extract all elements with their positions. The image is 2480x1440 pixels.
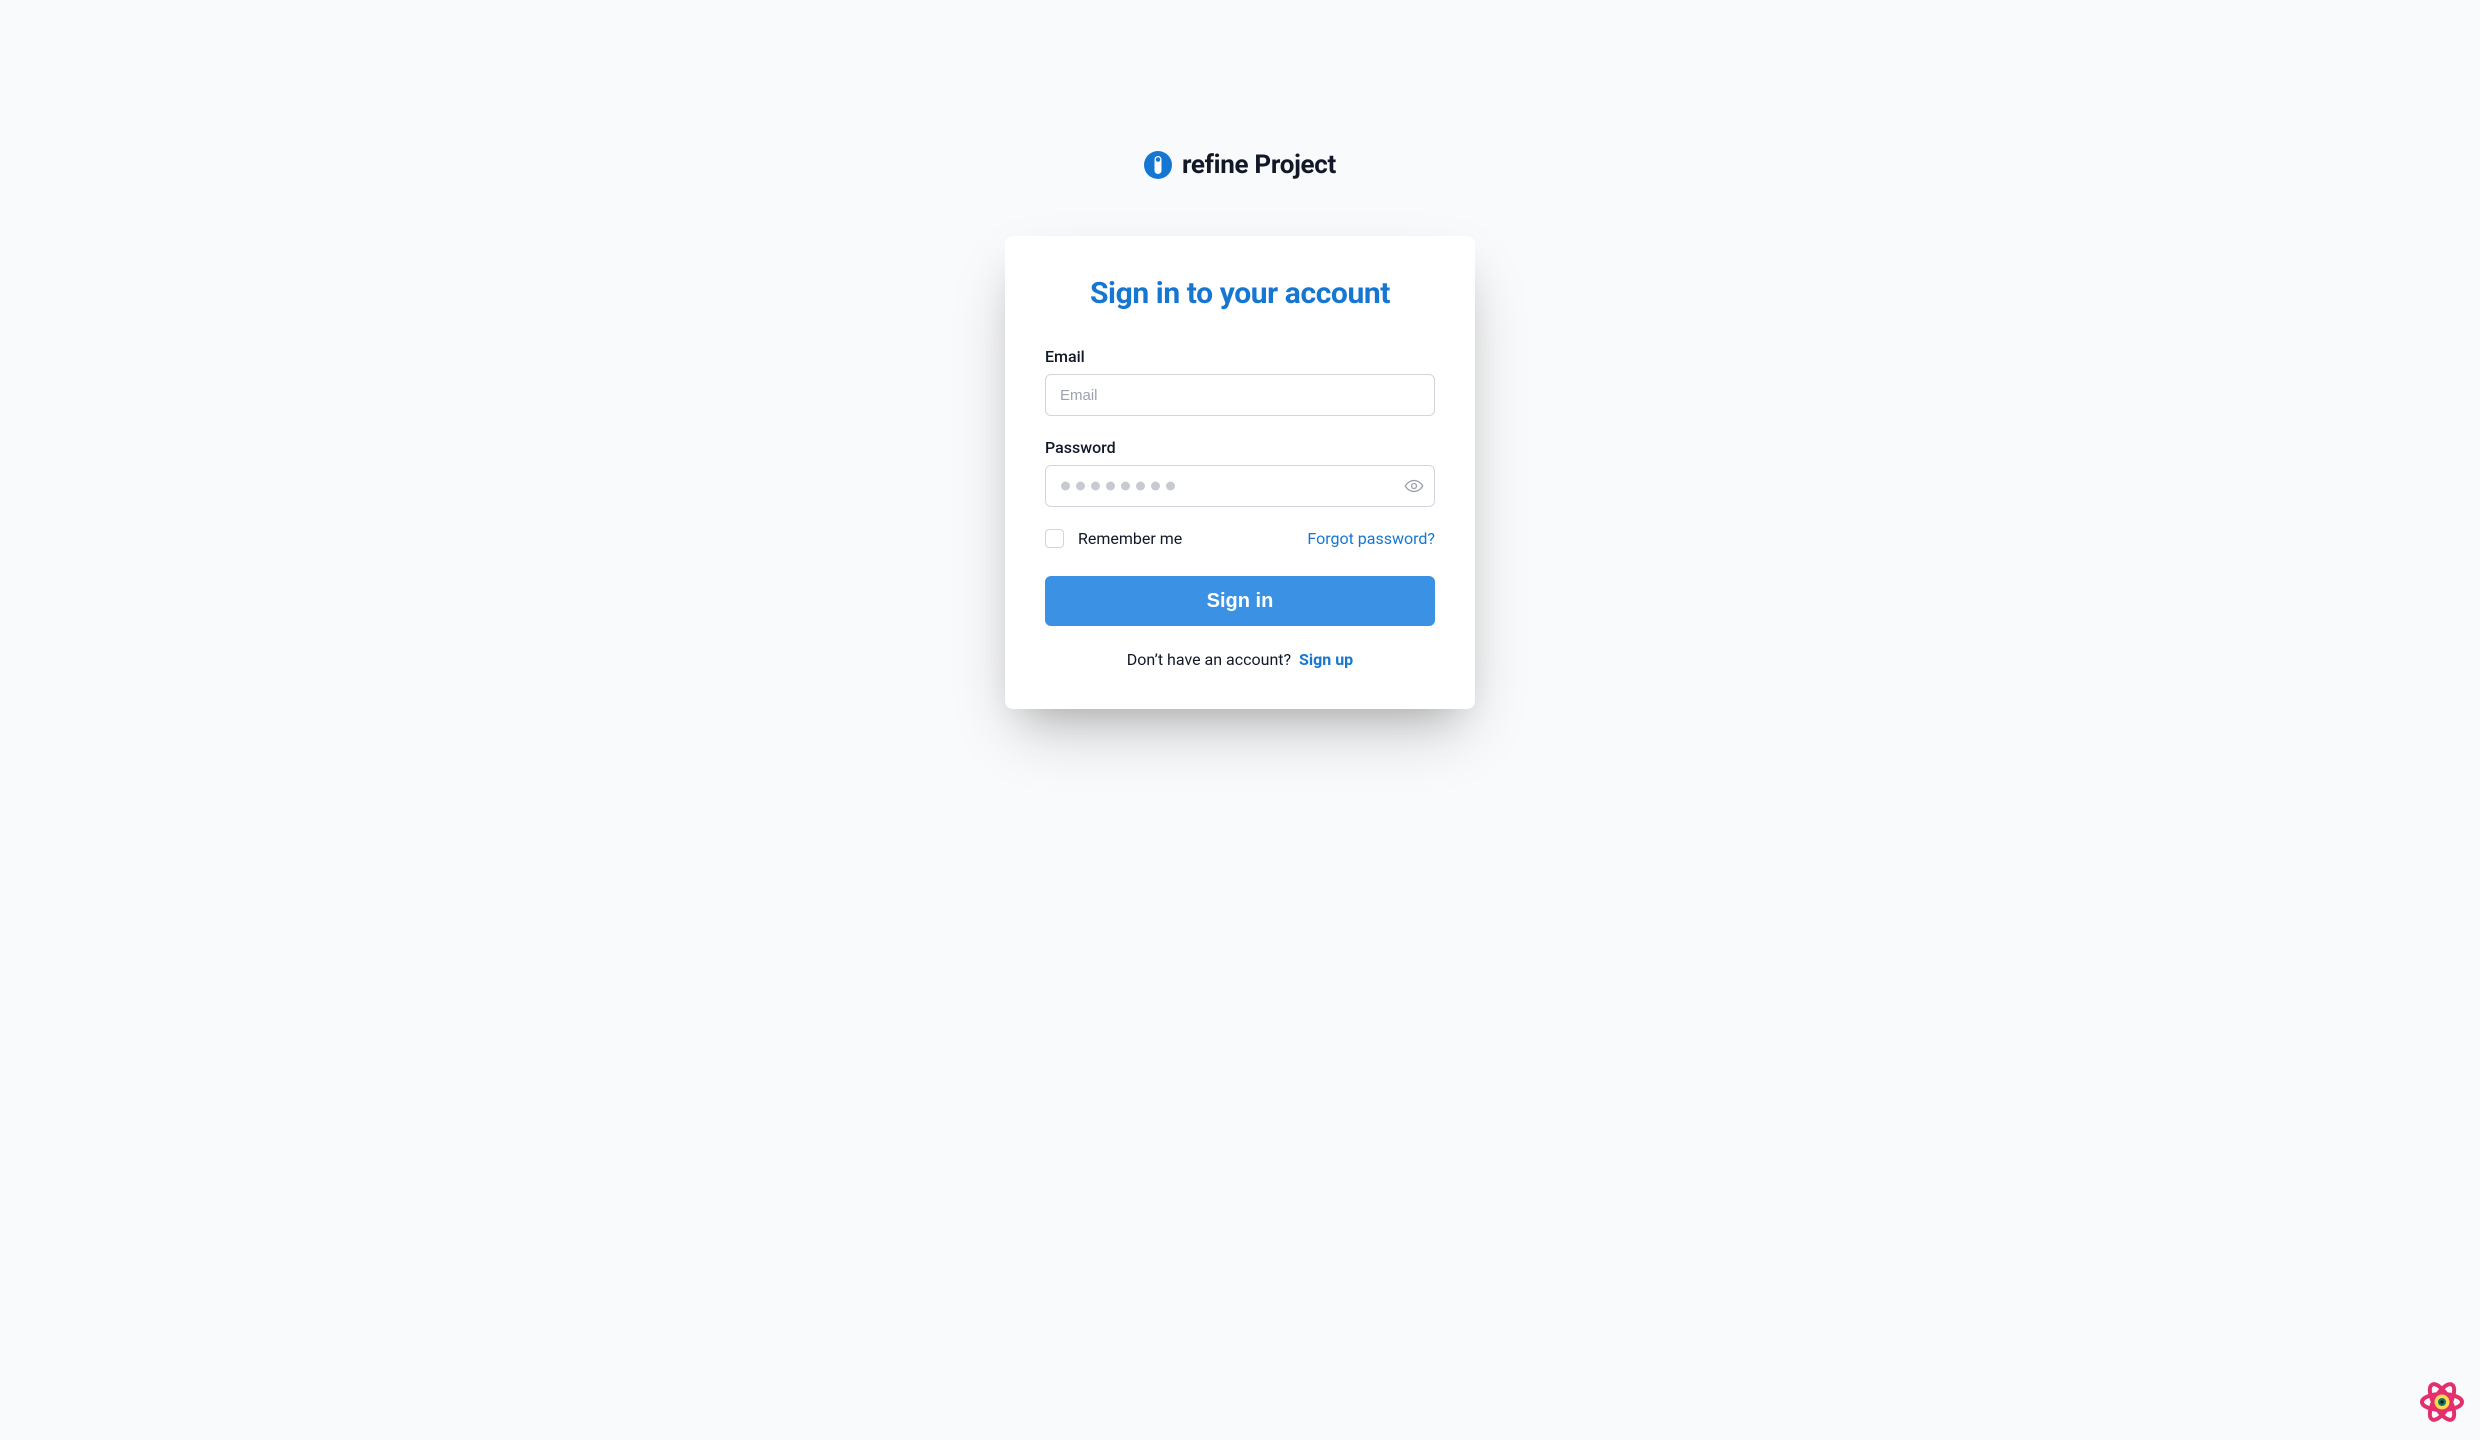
password-label: Password <box>1045 438 1435 457</box>
signin-card: Sign in to your account Email Password <box>1005 236 1475 709</box>
brand-header: refine Project <box>1144 150 1336 180</box>
react-query-devtools-icon <box>2418 1411 2466 1430</box>
options-row: Remember me Forgot password? <box>1045 529 1435 548</box>
signup-link[interactable]: Sign up <box>1299 650 1353 669</box>
brand-title: refine Project <box>1182 150 1336 180</box>
email-label: Email <box>1045 347 1435 366</box>
signup-prompt: Don’t have an account? <box>1127 650 1291 669</box>
signup-row: Don’t have an account? Sign up <box>1045 650 1435 669</box>
password-input[interactable] <box>1045 465 1435 507</box>
email-field-group: Email <box>1045 347 1435 416</box>
react-query-devtools-button[interactable] <box>2418 1378 2466 1426</box>
email-input[interactable] <box>1045 374 1435 416</box>
forgot-password-link[interactable]: Forgot password? <box>1307 529 1435 548</box>
signin-button[interactable]: Sign in <box>1045 576 1435 626</box>
remember-me-label[interactable]: Remember me <box>1078 529 1182 548</box>
password-field-group: Password <box>1045 438 1435 507</box>
card-title: Sign in to your account <box>1045 276 1435 311</box>
remember-me-checkbox[interactable] <box>1045 529 1064 548</box>
remember-me-group: Remember me <box>1045 529 1182 548</box>
eye-icon <box>1404 476 1424 496</box>
refine-logo-icon <box>1144 151 1172 179</box>
toggle-password-visibility-button[interactable] <box>1399 471 1429 501</box>
